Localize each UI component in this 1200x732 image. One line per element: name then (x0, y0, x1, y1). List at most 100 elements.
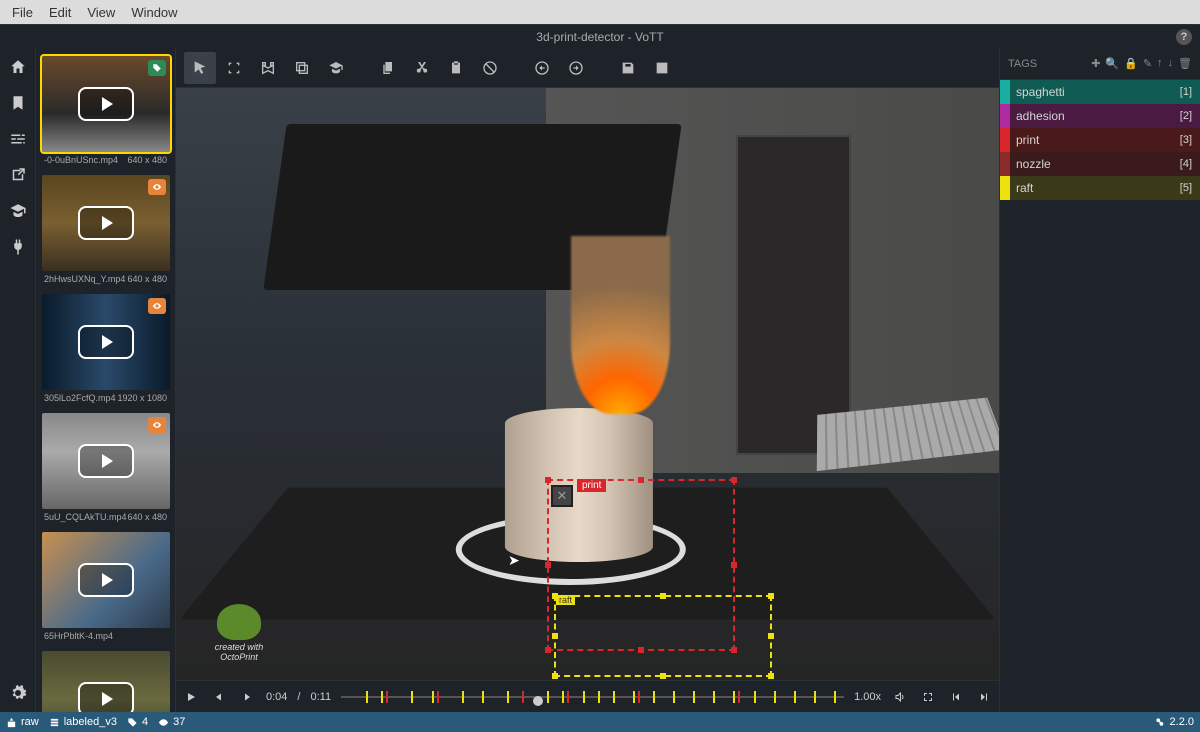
annotation-box-raft[interactable]: raft (554, 595, 772, 677)
resize-handle[interactable] (768, 593, 774, 599)
resize-handle[interactable] (731, 562, 737, 568)
menu-view[interactable]: View (79, 5, 123, 20)
rectangle-tool-button[interactable] (218, 52, 250, 84)
menu-edit[interactable]: Edit (41, 5, 79, 20)
tag-row[interactable]: nozzle[4] (1000, 152, 1200, 176)
resize-handle[interactable] (768, 633, 774, 639)
asset-name: 2hHwsUXNq_Y.mp4 (44, 274, 125, 284)
annotation-label: print (577, 479, 606, 492)
asset-thumbnail[interactable]: 65HrPbltK-4.mp4 (42, 532, 169, 641)
tag-row[interactable]: raft[5] (1000, 176, 1200, 200)
resize-handle[interactable] (545, 562, 551, 568)
clear-button[interactable] (474, 52, 506, 84)
asset-dims: 640 x 480 (127, 274, 167, 284)
asset-name: 5uU_CQLAkTU.mp4 (44, 512, 127, 522)
resize-handle[interactable] (545, 477, 551, 483)
prev-frame-button[interactable] (210, 688, 228, 706)
export-project-button[interactable] (646, 52, 678, 84)
tag-lock-icon[interactable]: 🔒 (1124, 57, 1138, 70)
prev-asset-button[interactable] (526, 52, 558, 84)
active-learning-button[interactable] (320, 52, 352, 84)
select-tool-button[interactable] (184, 52, 216, 84)
tag-name: spaghetti (1010, 85, 1180, 99)
play-icon (78, 325, 134, 359)
paste-button[interactable] (440, 52, 472, 84)
save-button[interactable] (612, 52, 644, 84)
cut-button[interactable] (406, 52, 438, 84)
status-version[interactable]: 2.2.0 (1155, 716, 1194, 728)
plug-icon[interactable] (7, 236, 29, 258)
tag-search-icon[interactable]: 🔍 (1105, 57, 1119, 70)
asset-thumbnail[interactable]: 5uU_CQLAkTU.mp4640 x 480 (42, 413, 169, 522)
resize-handle[interactable] (768, 673, 774, 679)
resize-handle[interactable] (638, 477, 644, 483)
resize-handle[interactable] (552, 673, 558, 679)
resize-handle[interactable] (660, 673, 666, 679)
copy-rect-button[interactable] (286, 52, 318, 84)
next-tagged-button[interactable] (975, 688, 993, 706)
status-visited-count: 37 (158, 716, 185, 728)
asset-thumbnail[interactable] (42, 651, 169, 712)
video-controls: 0:04 / 0:11 1.00x (176, 680, 999, 712)
tag-delete-icon[interactable]: 🗑 (1178, 57, 1192, 70)
bookmark-icon[interactable] (7, 92, 29, 114)
tags-panel: TAGS ✚ 🔍 🔒 ✎ ↑ ↓ 🗑 spaghetti[1]adhesion[… (1000, 48, 1200, 712)
timeline-playhead[interactable] (533, 696, 543, 706)
status-target[interactable]: labeled_v3 (49, 716, 117, 728)
fullscreen-button[interactable] (919, 688, 937, 706)
window-titlebar: 3d-print-detector - VoTT ? (0, 24, 1200, 48)
export-icon[interactable] (7, 164, 29, 186)
polygon-tool-button[interactable] (252, 52, 284, 84)
help-icon[interactable]: ? (1176, 29, 1192, 45)
status-source[interactable]: raw (6, 716, 39, 728)
resize-handle[interactable] (660, 593, 666, 599)
tag-row[interactable]: spaghetti[1] (1000, 80, 1200, 104)
tag-edit-icon[interactable]: ✎ (1143, 57, 1152, 70)
tag-list: spaghetti[1]adhesion[2]print[3]nozzle[4]… (1000, 80, 1200, 200)
asset-thumbnail[interactable]: -0-0uBnUSnc.mp4640 x 480 (42, 56, 169, 165)
asset-thumbnail[interactable]: 2hHwsUXNq_Y.mp4640 x 480 (42, 175, 169, 284)
tag-hotkey: [2] (1180, 110, 1200, 122)
tag-name: print (1010, 133, 1180, 147)
video-time-total: 0:11 (310, 691, 331, 703)
play-icon (78, 563, 134, 597)
tag-down-icon[interactable]: ↓ (1168, 57, 1174, 70)
canvas[interactable]: created withOctoPrint print ✕ raft ➤ (176, 88, 999, 680)
tag-row[interactable]: adhesion[2] (1000, 104, 1200, 128)
resize-handle[interactable] (552, 593, 558, 599)
next-frame-button[interactable] (238, 688, 256, 706)
tag-row[interactable]: print[3] (1000, 128, 1200, 152)
asset-thumbnail[interactable]: 305lLo2FcfQ.mp41920 x 1080 (42, 294, 169, 403)
settings-icon[interactable] (7, 682, 29, 704)
menu-window[interactable]: Window (123, 5, 185, 20)
tag-hotkey: [5] (1180, 182, 1200, 194)
copy-button[interactable] (372, 52, 404, 84)
menu-file[interactable]: File (4, 5, 41, 20)
annotation-lock-icon[interactable]: ✕ (551, 485, 573, 507)
eye-badge-icon (148, 417, 166, 433)
learn-icon[interactable] (7, 200, 29, 222)
window-title: 3d-print-detector - VoTT (536, 30, 663, 44)
resize-handle[interactable] (552, 633, 558, 639)
next-asset-button[interactable] (560, 52, 592, 84)
watermark: created withOctoPrint (194, 598, 284, 662)
sliders-icon[interactable] (7, 128, 29, 150)
home-icon[interactable] (7, 56, 29, 78)
tag-hotkey: [1] (1180, 86, 1200, 98)
play-button[interactable] (182, 688, 200, 706)
tag-add-icon[interactable]: ✚ (1091, 57, 1100, 70)
asset-thumbnail-panel[interactable]: -0-0uBnUSnc.mp4640 x 480 2hHwsUXNq_Y.mp4… (36, 48, 176, 712)
volume-button[interactable] (891, 688, 909, 706)
tag-up-icon[interactable]: ↑ (1157, 57, 1163, 70)
asset-name: 65HrPbltK-4.mp4 (44, 631, 113, 641)
resize-handle[interactable] (545, 647, 551, 653)
video-time-sep: / (297, 691, 300, 703)
playback-rate[interactable]: 1.00x (854, 691, 881, 703)
tag-color-stripe (1000, 80, 1010, 104)
resize-handle[interactable] (731, 477, 737, 483)
editor-toolbar (176, 48, 999, 88)
video-timeline[interactable] (341, 689, 844, 705)
prev-tagged-button[interactable] (947, 688, 965, 706)
tags-header-label: TAGS (1008, 58, 1037, 70)
tag-color-stripe (1000, 152, 1010, 176)
